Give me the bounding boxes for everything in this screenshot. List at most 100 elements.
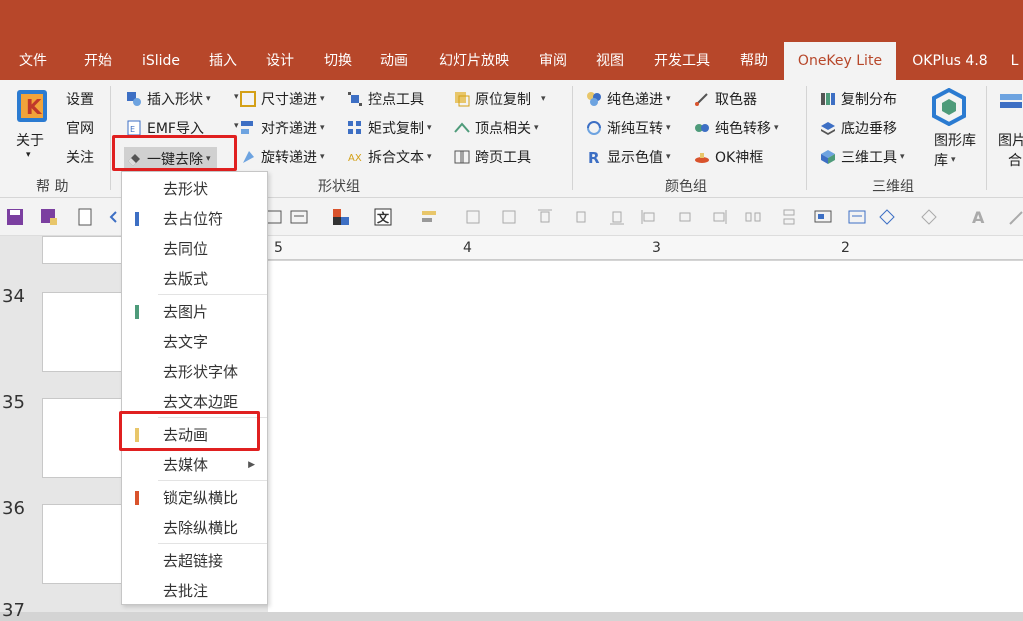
cross-page-tool-button[interactable]: 跨页工具 (454, 147, 531, 167)
image-stack-icon[interactable] (998, 90, 1023, 124)
menu-separator (158, 294, 267, 295)
picture-icon[interactable] (848, 208, 866, 226)
font-color-icon[interactable]: A (970, 208, 988, 227)
matrix-copy-button[interactable]: 矩式复制 ▾ (347, 118, 432, 138)
slide-thumbnail[interactable] (42, 504, 126, 584)
slide-thumbnail[interactable] (42, 236, 126, 264)
shape-library-dropdown[interactable]: 库 ▾ (934, 150, 956, 170)
tab-more[interactable]: L (1006, 42, 1023, 80)
menu-item-lock-aspect-ratio[interactable]: 锁定纵横比 (122, 483, 267, 513)
tab-design[interactable]: 设计 (252, 42, 308, 80)
menu-item-remove-hyperlink[interactable]: 去超链接 (122, 546, 267, 576)
menu-item-remove-comment[interactable]: 去批注 (122, 576, 267, 606)
pen-icon[interactable] (1008, 208, 1023, 226)
tab-slideshow[interactable]: 幻灯片放映 (424, 42, 524, 80)
hexagon-icon[interactable] (930, 87, 968, 127)
color-picker-button[interactable]: 取色器 (694, 89, 757, 109)
matrix-copy-icon (347, 120, 363, 136)
split-text-button[interactable]: AX 拆合文本 ▾ (347, 147, 432, 167)
gradient-solid-swap-button[interactable]: 渐纯互转 ▾ (586, 118, 671, 138)
arrange-icon[interactable] (464, 208, 482, 226)
save-icon[interactable] (6, 208, 24, 226)
align-increment-button[interactable]: 对齐递进 ▾ (240, 118, 325, 138)
show-color-value-button[interactable]: R 显示色值 ▾ (586, 147, 671, 167)
chevron-down-icon: ▾ (534, 123, 539, 133)
tab-insert[interactable]: 插入 (196, 42, 250, 80)
text-box-icon[interactable] (290, 208, 308, 226)
about-button[interactable]: 关于 (16, 130, 44, 150)
fill-color-icon[interactable] (332, 208, 350, 226)
chevron-down-icon: ▾ (206, 94, 211, 104)
tab-home[interactable]: 开始 (70, 42, 126, 80)
align-left-icon[interactable] (640, 208, 658, 226)
tab-islide[interactable]: iSlide (130, 42, 192, 80)
size-increment-button[interactable]: 尺寸递进 ▾ (240, 89, 325, 109)
about-dropdown-icon[interactable]: ▾ (26, 150, 31, 160)
onekey-logo-icon[interactable]: K (14, 88, 50, 128)
tab-animations[interactable]: 动画 (366, 42, 422, 80)
align-tool-icon[interactable] (420, 208, 438, 226)
menu-item-remove-placeholder[interactable]: 去占位符 (122, 204, 267, 234)
align-middle-icon[interactable] (572, 208, 590, 226)
tab-view[interactable]: 视图 (582, 42, 638, 80)
menu-item-remove-text[interactable]: 去文字 (122, 327, 267, 357)
vertex-related-button[interactable]: 顶点相关 ▾ (454, 118, 539, 138)
tab-developer[interactable]: 开发工具 (640, 42, 724, 80)
menu-item-remove-media[interactable]: 去媒体 ▶ (122, 450, 267, 480)
shapes-outline-icon[interactable] (920, 208, 938, 226)
insert-shape-button[interactable]: 插入形状 ▾ (126, 89, 211, 109)
tab-help[interactable]: 帮助 (726, 42, 782, 80)
menu-item-remove-aspect-ratio[interactable]: 去除纵横比 (122, 513, 267, 543)
arrange-icon[interactable] (500, 208, 518, 226)
tab-review[interactable]: 审阅 (526, 42, 580, 80)
menu-item-remove-shape-font[interactable]: 去形状字体 (122, 357, 267, 387)
solid-increment-button[interactable]: 纯色递进 ▾ (586, 89, 671, 109)
tab-onekey-lite[interactable]: OneKey Lite (784, 42, 896, 80)
menu-item-remove-same-position[interactable]: 去同位 (122, 234, 267, 264)
chevron-down-icon: ▾ (427, 152, 432, 162)
svg-text:R: R (588, 149, 600, 165)
shapes-icon[interactable] (878, 208, 896, 226)
distribute-vertical-icon[interactable] (780, 208, 798, 226)
tab-okplus[interactable]: OKPlus 4.8 (898, 42, 1002, 80)
divider (572, 86, 573, 190)
align-right-icon[interactable] (710, 208, 728, 226)
three-d-tool-button[interactable]: 三维工具 ▾ (820, 147, 905, 167)
title-bar (0, 0, 1023, 42)
save-as-icon[interactable] (40, 208, 58, 226)
tab-transitions[interactable]: 切换 (310, 42, 366, 80)
settings-button[interactable]: 设置 (66, 89, 94, 109)
ribbon-tabs: 文件 开始 iSlide 插入 设计 切换 动画 幻灯片放映 审阅 视图 开发工… (0, 42, 1023, 80)
tab-file[interactable]: 文件 (0, 42, 66, 80)
slide-thumbnail[interactable] (42, 292, 126, 372)
control-point-tool-button[interactable]: 控点工具 (347, 89, 424, 109)
bottom-vertical-button[interactable]: 底边垂移 (820, 118, 897, 138)
merge-button[interactable]: 合 (1008, 150, 1022, 170)
menu-separator (158, 543, 267, 544)
slide-thumbnail[interactable] (42, 398, 126, 478)
solid-transfer-button[interactable]: 纯色转移 ▾ (694, 118, 779, 138)
emf-dropdown[interactable]: ▾ (234, 121, 239, 131)
align-top-icon[interactable] (536, 208, 554, 226)
slide-canvas[interactable] (268, 261, 1023, 612)
image-button[interactable]: 图片 (998, 130, 1023, 150)
export-icon[interactable] (76, 208, 94, 226)
slide-size-icon[interactable] (814, 208, 832, 226)
align-center-icon[interactable] (676, 208, 694, 226)
three-d-group-label: 三维组 (872, 179, 914, 195)
follow-button[interactable]: 关注 (66, 147, 94, 167)
chevron-down-icon: ▾ (541, 94, 546, 104)
copy-distribute-button[interactable]: 复制分布 (820, 89, 897, 109)
text-icon[interactable]: 文 (374, 208, 392, 226)
menu-item-remove-layout[interactable]: 去版式 (122, 264, 267, 294)
distribute-icon[interactable] (744, 208, 762, 226)
menu-item-remove-picture[interactable]: 去图片 (122, 297, 267, 327)
in-place-copy-button[interactable]: 原位复制 ▾ (454, 89, 546, 109)
ok-frame-button[interactable]: OK神框 (694, 147, 763, 167)
rotate-increment-button[interactable]: 旋转递进 ▾ (240, 147, 325, 167)
website-button[interactable]: 官网 (66, 118, 94, 138)
insert-shape-dropdown[interactable]: ▾ (234, 92, 239, 102)
shape-library-button[interactable]: 图形库 (934, 130, 976, 150)
align-bottom-icon[interactable] (608, 208, 626, 226)
menu-item-remove-shape[interactable]: 去形状 (122, 174, 267, 204)
